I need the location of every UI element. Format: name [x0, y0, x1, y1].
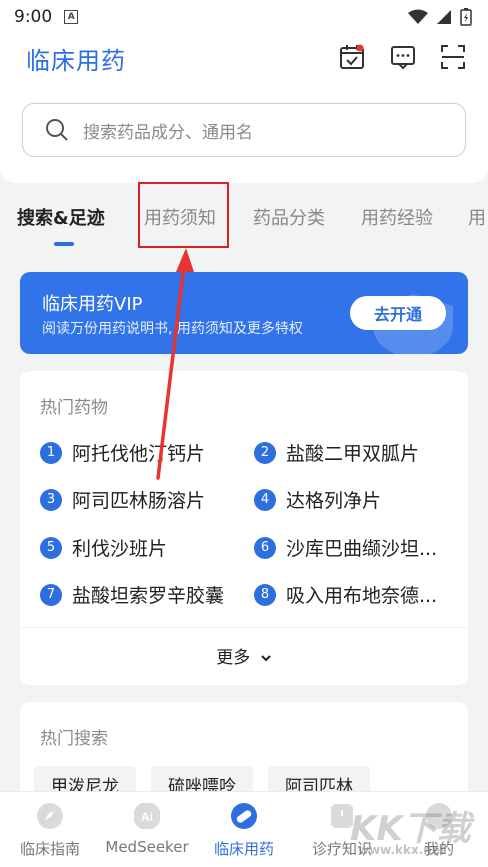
svg-text:Ai: Ai — [141, 810, 153, 824]
drug-name: 盐酸二甲双胍片 — [286, 443, 420, 465]
wifi-icon — [408, 9, 428, 24]
status-bar: 9:00 A — [0, 0, 488, 33]
nav-clinical-guide[interactable]: 临床指南 — [16, 792, 84, 867]
calendar-check-icon[interactable] — [338, 43, 366, 71]
status-time: 9:00 — [14, 6, 53, 27]
status-icons — [408, 8, 472, 26]
hot-drugs-title: 热门药物 — [40, 398, 108, 418]
tab-drug-categories[interactable]: 药品分类 — [253, 204, 325, 230]
ai-icon: Ai — [134, 803, 160, 829]
rank-badge: 3 — [40, 488, 62, 511]
watermark-url: www.kkx.net — [358, 843, 446, 857]
compass-icon — [37, 803, 63, 829]
tab-more[interactable]: 用 — [468, 204, 486, 230]
hot-drugs-card: 热门药物 1 阿托伐他汀钙片 2 盐酸二甲双胍片 3 阿司匹林肠溶片 4 达格列净片 5… — [20, 371, 468, 685]
hot-search-title: 热门搜索 — [40, 729, 108, 749]
signal-icon — [437, 10, 451, 24]
app-logo: 临床用药 — [26, 47, 126, 75]
list-item[interactable]: 8 吸入用布地奈德... — [254, 581, 444, 608]
list-item[interactable]: 2 盐酸二甲双胍片 — [254, 439, 444, 466]
vip-banner[interactable]: 临床用药VIP 阅读万份用药说明书, 用药须知及更多特权 去开通 — [20, 272, 468, 354]
list-item[interactable]: 4 达格列净片 — [254, 486, 444, 513]
more-label: 更多 — [216, 648, 251, 668]
list-item[interactable]: 1 阿托伐他汀钙片 — [40, 439, 230, 466]
more-button[interactable]: 更多 — [20, 643, 468, 668]
list-item[interactable]: 5 利伐沙班片 — [40, 534, 230, 561]
rank-badge: 6 — [254, 536, 276, 559]
message-icon[interactable] — [389, 43, 417, 71]
search-placeholder: 搜索药品成分、通用名 — [83, 122, 253, 143]
scan-icon[interactable] — [439, 43, 467, 71]
active-tab-indicator — [54, 242, 74, 246]
rank-badge: 8 — [254, 583, 276, 606]
divider — [20, 627, 468, 628]
search-icon — [46, 119, 68, 141]
category-tabs: 搜索&足迹 用药须知 药品分类 用药经验 用 — [0, 188, 488, 248]
battery-icon — [460, 8, 472, 26]
tab-search-history[interactable]: 搜索&足迹 — [17, 204, 105, 230]
drug-name: 达格列净片 — [286, 490, 382, 512]
nav-label: 临床指南 — [19, 840, 80, 858]
vip-activate-button[interactable]: 去开通 — [350, 296, 446, 330]
watermark: KK下载 www.kkx.net — [350, 801, 480, 863]
pill-icon — [231, 803, 257, 829]
nav-label: 临床用药 — [213, 840, 274, 858]
rank-badge: 5 — [40, 536, 62, 559]
rank-badge: 2 — [254, 441, 276, 464]
drug-name: 利伐沙班片 — [72, 538, 168, 560]
highlight-box — [138, 182, 229, 248]
drug-name: 阿托伐他汀钙片 — [72, 443, 206, 465]
drug-name: 吸入用布地奈德... — [286, 585, 438, 607]
search-box[interactable]: 搜索药品成分、通用名 — [22, 103, 466, 157]
vip-subtitle: 阅读万份用药说明书, 用药须知及更多特权 — [42, 321, 303, 337]
chevron-down-icon — [260, 655, 271, 662]
notification-a-icon: A — [64, 9, 79, 24]
nav-clinical-medication[interactable]: 临床用药 — [208, 792, 280, 867]
rank-badge: 4 — [254, 488, 276, 511]
drug-name: 盐酸坦索罗辛胶囊 — [72, 585, 225, 607]
app-header: 临床用药 搜索药品成分、通用名 — [0, 33, 488, 183]
list-item[interactable]: 6 沙库巴曲缬沙坦... — [254, 534, 444, 561]
drug-name: 阿司匹林肠溶片 — [72, 490, 206, 512]
hot-search-card: 热门搜索 甲泼尼龙 硫唑嘌呤 阿司匹林 — [20, 702, 468, 802]
nav-medseeker[interactable]: Ai MedSeeker — [104, 792, 190, 867]
rank-badge: 1 — [40, 441, 62, 464]
nav-label: MedSeeker — [105, 838, 189, 856]
rank-badge: 7 — [40, 583, 62, 606]
list-item[interactable]: 3 阿司匹林肠溶片 — [40, 486, 230, 513]
tab-medication-experience[interactable]: 用药经验 — [361, 204, 433, 230]
vip-title: 临床用药VIP — [42, 294, 143, 315]
drug-name: 沙库巴曲缬沙坦... — [286, 538, 438, 560]
list-item[interactable]: 7 盐酸坦索罗辛胶囊 — [40, 581, 230, 608]
